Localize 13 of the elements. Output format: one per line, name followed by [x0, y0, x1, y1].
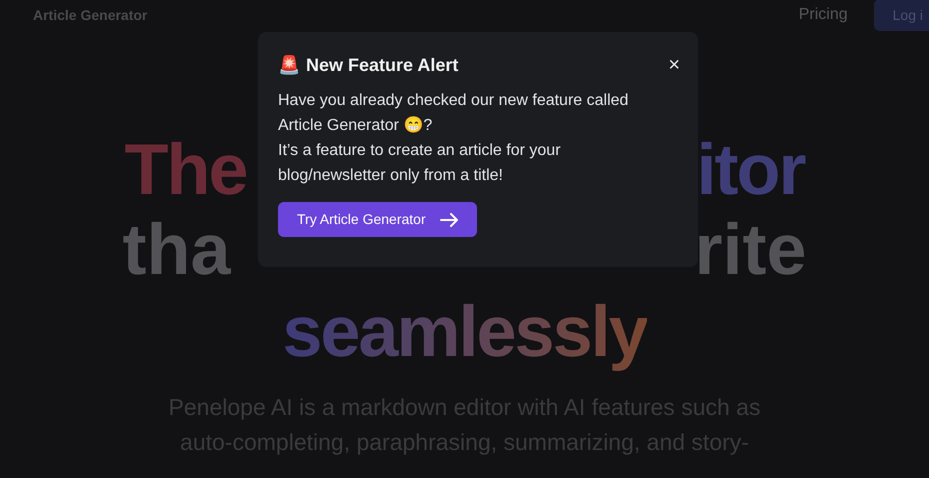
siren-icon: 🚨	[278, 52, 300, 78]
headline-text: The	[124, 129, 247, 212]
nav-link[interactable]: Pricing	[798, 3, 848, 27]
brand-link[interactable]: Article Generator	[33, 4, 148, 26]
close-button[interactable]: ×	[668, 55, 680, 75]
dialog-text: Have you already checked our new feature called Article Generator 😁?	[278, 91, 630, 136]
headline-text: itor	[696, 129, 804, 212]
dialog-title: New Feature Alert	[306, 54, 458, 76]
headline-text: rite	[694, 209, 806, 292]
arrow-right-icon	[440, 212, 458, 226]
dialog-text: It’s a feature to create an article for your blog/newsletter only from a title!	[278, 141, 562, 186]
headline-text: tha	[122, 209, 230, 292]
try-article-generator-button[interactable]: Try Article Generator	[278, 202, 477, 237]
